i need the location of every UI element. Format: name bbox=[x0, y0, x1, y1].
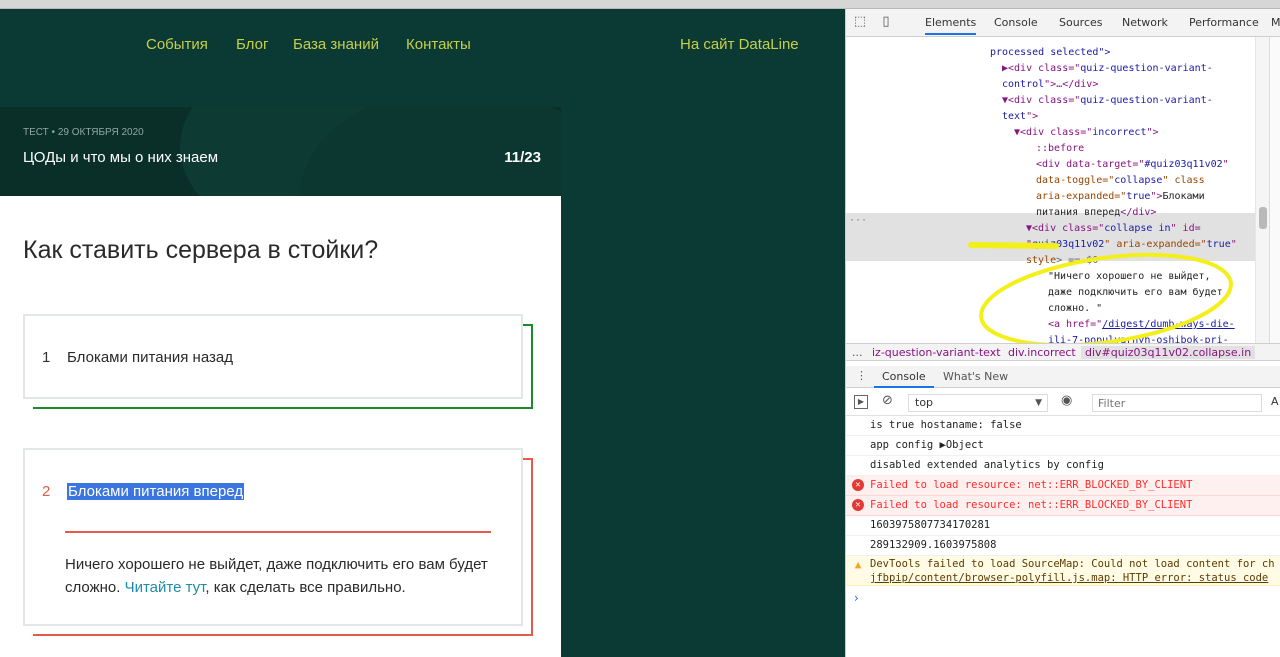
variant-box: 1 Блоками питания назад bbox=[23, 314, 523, 399]
message-text: disabled extended analytics by config bbox=[870, 459, 1104, 471]
quiz-meta: ТЕСТ • 29 ОКТЯБРЯ 2020 bbox=[23, 127, 144, 138]
error-icon: ✕ bbox=[852, 479, 864, 491]
console-message[interactable]: is true hostaname: false bbox=[846, 416, 1280, 436]
variant-divider bbox=[65, 531, 491, 533]
console-warning[interactable]: ▲ DevTools failed to load SourceMap: Coul… bbox=[846, 556, 1280, 586]
tab-elements[interactable]: Elements bbox=[925, 16, 977, 35]
console-filter-input[interactable] bbox=[1092, 394, 1262, 412]
message-text: Failed to load resource: net::ERR_BLOCKE… bbox=[870, 499, 1193, 511]
eye-icon[interactable]: ◉ bbox=[1061, 393, 1072, 408]
tab-performance[interactable]: Performance bbox=[1189, 16, 1259, 29]
variant-text: Блоками питания назад bbox=[67, 349, 233, 366]
nav-link-dataline-site[interactable]: На сайт DataLine bbox=[680, 36, 799, 53]
sidebar-toggle-icon[interactable]: ▶ bbox=[854, 395, 868, 409]
variant-explanation: Ничего хорошего не выйдет, даже подключи… bbox=[65, 553, 495, 599]
answer-variant-1[interactable]: 1 Блоками питания назад bbox=[23, 314, 533, 409]
quiz-title: ЦОДы и что мы о них знаем bbox=[23, 149, 219, 166]
question-counter: 11/23 bbox=[504, 149, 541, 166]
nav-link-events[interactable]: События bbox=[146, 36, 208, 53]
quiz-header: ТЕСТ • 29 ОКТЯБРЯ 2020 ЦОДы и что мы о н… bbox=[0, 107, 561, 196]
devtools-panel: ⬚ ▯ Elements Console Sources Network Per… bbox=[845, 9, 1280, 657]
tab-console[interactable]: Console bbox=[994, 16, 1038, 29]
console-message[interactable]: 289132909.1603975808 bbox=[846, 536, 1280, 556]
answer-variant-2[interactable]: 2 Блоками питания вперед Ничего хорошего… bbox=[23, 448, 533, 636]
error-icon: ✕ bbox=[852, 499, 864, 511]
message-text: is true hostaname: false bbox=[870, 419, 1022, 431]
context-value: top bbox=[915, 396, 934, 409]
scrollbar-thumb[interactable] bbox=[1259, 207, 1267, 229]
inspect-element-icon[interactable]: ⬚ bbox=[852, 14, 868, 30]
console-message[interactable]: 1603975807734170281 bbox=[846, 516, 1280, 536]
breadcrumb-item[interactable]: iz-question-variant-text bbox=[872, 346, 1001, 359]
breadcrumb-ellipsis[interactable]: ... bbox=[852, 346, 863, 359]
console-error[interactable]: ✕ Failed to load resource: net::ERR_BLOCK… bbox=[846, 496, 1280, 516]
drawer-tab-whats-new[interactable]: What's New bbox=[943, 370, 1008, 383]
breadcrumb-item[interactable]: div.incorrect bbox=[1008, 346, 1076, 359]
tab-network[interactable]: Network bbox=[1122, 16, 1168, 29]
yellow-annotation bbox=[968, 242, 1233, 343]
nav-link-knowledge-base[interactable]: База знаний bbox=[293, 36, 379, 53]
message-text: Failed to load resource: net::ERR_BLOCKE… bbox=[870, 479, 1193, 491]
explanation-link[interactable]: Читайте тут bbox=[125, 579, 206, 596]
warning-icon: ▲ bbox=[854, 558, 862, 571]
styles-pane-edge bbox=[1269, 37, 1280, 343]
console-prompt[interactable]: › bbox=[854, 591, 859, 605]
message-text: 289132909.1603975808 bbox=[870, 539, 997, 551]
tab-more[interactable]: M bbox=[1271, 16, 1280, 29]
site-nav: События Блог База знаний Контакты На сай… bbox=[0, 9, 845, 107]
drawer-tab-console[interactable]: Console bbox=[874, 366, 934, 388]
console-message[interactable]: app config ▶Object bbox=[846, 436, 1280, 456]
dom-breadcrumbs: ... iz-question-variant-text div.incorre… bbox=[846, 343, 1280, 361]
chevron-down-icon: ▼ bbox=[1035, 398, 1042, 408]
dom-tree-scrollbar[interactable] bbox=[1255, 37, 1269, 343]
console-toolbar: ▶ ⊘ top ▼ ◉ A bbox=[846, 390, 1280, 416]
drawer-tabbar: ⋮ Console What's New bbox=[846, 366, 1280, 388]
nav-link-blog[interactable]: Блог bbox=[236, 36, 268, 53]
clear-console-icon[interactable]: ⊘ bbox=[882, 393, 893, 408]
question-card: Как ставить сервера в стойки? 1 Блоками … bbox=[0, 196, 561, 657]
website-viewport: События Блог База знаний Контакты На сай… bbox=[0, 9, 845, 657]
variant-text-selected: Блоками питания вперед bbox=[67, 483, 245, 500]
console-message[interactable]: disabled extended analytics by config bbox=[846, 456, 1280, 476]
breadcrumb-item-active[interactable]: div#quiz03q11v02.collapse.in bbox=[1081, 346, 1256, 359]
context-selector[interactable]: top ▼ bbox=[908, 394, 1048, 412]
variant-box: 2 Блоками питания вперед Ничего хорошего… bbox=[23, 448, 523, 626]
console-error[interactable]: ✕ Failed to load resource: net::ERR_BLOCK… bbox=[846, 476, 1280, 496]
dom-tree[interactable]: ··· processed selected"> ▶<div class="qu… bbox=[846, 37, 1266, 343]
browser-top-strip bbox=[0, 0, 1280, 9]
question-title: Как ставить сервера в стойки? bbox=[23, 236, 379, 264]
tab-sources[interactable]: Sources bbox=[1059, 16, 1103, 29]
variant-number: 2 bbox=[42, 483, 51, 500]
message-text: 1603975807734170281 bbox=[870, 519, 991, 531]
devtools-tabbar: ⬚ ▯ Elements Console Sources Network Per… bbox=[846, 9, 1280, 37]
warning-source-link[interactable]: jfbpip/content/browser-polyfill.js.map: … bbox=[870, 571, 1280, 585]
nav-link-contacts[interactable]: Контакты bbox=[406, 36, 471, 53]
log-levels-dropdown[interactable]: A bbox=[1271, 395, 1279, 408]
device-toolbar-icon[interactable]: ▯ bbox=[878, 14, 894, 30]
message-text: DevTools failed to load SourceMap: Could… bbox=[870, 558, 1275, 570]
variant-number: 1 bbox=[42, 349, 51, 366]
drawer-menu-icon[interactable]: ⋮ bbox=[856, 369, 867, 382]
explanation-text-end: , как сделать все правильно. bbox=[205, 579, 406, 596]
message-text: app config ▶Object bbox=[870, 439, 984, 451]
